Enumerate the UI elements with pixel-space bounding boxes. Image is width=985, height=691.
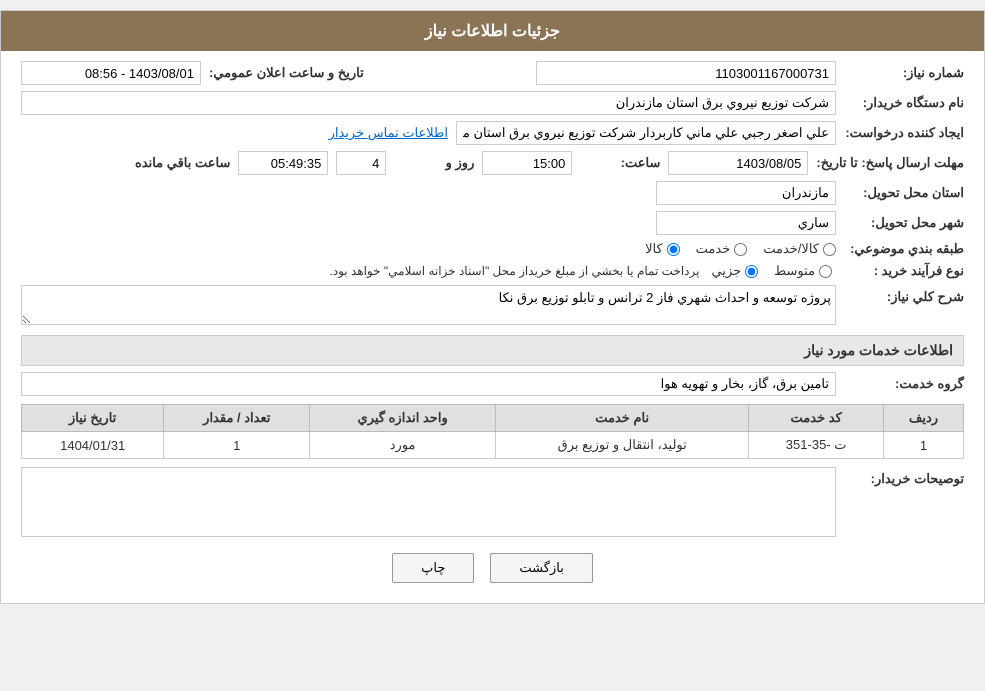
category-label: طبقه بندي موضوعي: <box>844 241 964 257</box>
response-time-label: ساعت: <box>580 155 660 171</box>
service-qty: 1 <box>164 432 310 459</box>
city-input[interactable] <box>656 211 836 235</box>
response-deadline-label: مهلت ارسال پاسخ: تا تاريخ: <box>816 155 964 171</box>
category-khadamat-radio[interactable] <box>734 243 747 256</box>
service-name: توليد، انتقال و توزيع برق <box>496 432 749 459</box>
creator-input[interactable] <box>456 121 836 145</box>
response-days-input[interactable] <box>336 151 386 175</box>
col-header-code: کد خدمت <box>749 405 884 432</box>
col-header-row: رديف <box>884 405 964 432</box>
services-header: اطلاعات خدمات مورد نياز <box>21 335 964 366</box>
response-days-label: روز و <box>394 155 474 171</box>
buyer-notes-label: توصيحات خريدار: <box>844 467 964 487</box>
request-number-input[interactable] <box>536 61 836 85</box>
request-number-label: شماره نياز: <box>844 65 964 81</box>
category-khadamat-option[interactable]: خدمت <box>696 241 748 257</box>
services-table: رديف کد خدمت نام خدمت واحد اندازه گيري ت… <box>21 404 964 459</box>
col-header-qty: تعداد / مقدار <box>164 405 310 432</box>
service-group-input[interactable] <box>21 372 836 396</box>
category-kala-khadamat-option[interactable]: کالا/خدمت <box>763 241 836 257</box>
category-kala-khadamat-label: کالا/خدمت <box>763 241 819 257</box>
creator-label: ايجاد کننده درخواست: <box>844 125 964 141</box>
col-header-name: نام خدمت <box>496 405 749 432</box>
city-label: شهر محل تحويل: <box>844 215 964 231</box>
province-label: استان محل تحويل: <box>844 185 964 201</box>
services-table-container: رديف کد خدمت نام خدمت واحد اندازه گيري ت… <box>21 404 964 459</box>
process-label: نوع فرآيند خريد : <box>844 263 964 279</box>
back-button[interactable]: بازگشت <box>490 553 592 583</box>
service-group-label: گروه خدمت: <box>844 376 964 392</box>
response-remaining-input[interactable] <box>238 151 328 175</box>
category-kala-khadamat-radio[interactable] <box>823 243 836 256</box>
description-textarea[interactable]: پروژه توسعه و احداث شهري فاز 2 ترانس و ت… <box>21 285 836 325</box>
province-input[interactable] <box>656 181 836 205</box>
response-date-input[interactable] <box>668 151 808 175</box>
process-motavaset-label: متوسط <box>774 263 815 279</box>
row-num: 1 <box>884 432 964 459</box>
category-kala-radio[interactable] <box>667 243 680 256</box>
service-code: ت -35-351 <box>749 432 884 459</box>
category-kala-option[interactable]: کالا <box>645 241 680 257</box>
table-row: 1 ت -35-351 توليد، انتقال و توزيع برق مو… <box>22 432 964 459</box>
process-motavaset-radio[interactable] <box>819 265 832 278</box>
process-jozii-option[interactable]: جزيي <box>711 263 758 279</box>
announcement-input[interactable] <box>21 61 201 85</box>
process-motavaset-option[interactable]: متوسط <box>774 263 832 279</box>
process-jozii-radio[interactable] <box>745 265 758 278</box>
buyer-notes-textarea[interactable] <box>21 467 836 537</box>
department-label: نام دستگاه خريدار: <box>844 95 964 111</box>
response-remaining-label: ساعت باقي مانده <box>135 155 230 171</box>
col-header-date: تاريخ نياز <box>22 405 164 432</box>
print-button[interactable]: چاپ <box>392 553 474 583</box>
service-unit: مورد <box>310 432 496 459</box>
department-input[interactable] <box>21 91 836 115</box>
process-note: پرداخت تمام يا بخشي از مبلغ خريداز محل "… <box>329 264 699 278</box>
response-time-input[interactable] <box>482 151 572 175</box>
page-title: جزئيات اطلاعات نياز <box>1 11 984 51</box>
category-kala-label: کالا <box>645 241 663 257</box>
category-khadamat-label: خدمت <box>696 241 731 257</box>
description-label: شرح کلي نياز: <box>844 285 964 305</box>
announcement-label: تاريخ و ساعت اعلان عمومي: <box>209 65 364 81</box>
contact-link[interactable]: اطلاعات تماس خريدار <box>329 125 448 141</box>
process-jozii-label: جزيي <box>711 263 741 279</box>
col-header-unit: واحد اندازه گيري <box>310 405 496 432</box>
service-date: 1404/01/31 <box>22 432 164 459</box>
